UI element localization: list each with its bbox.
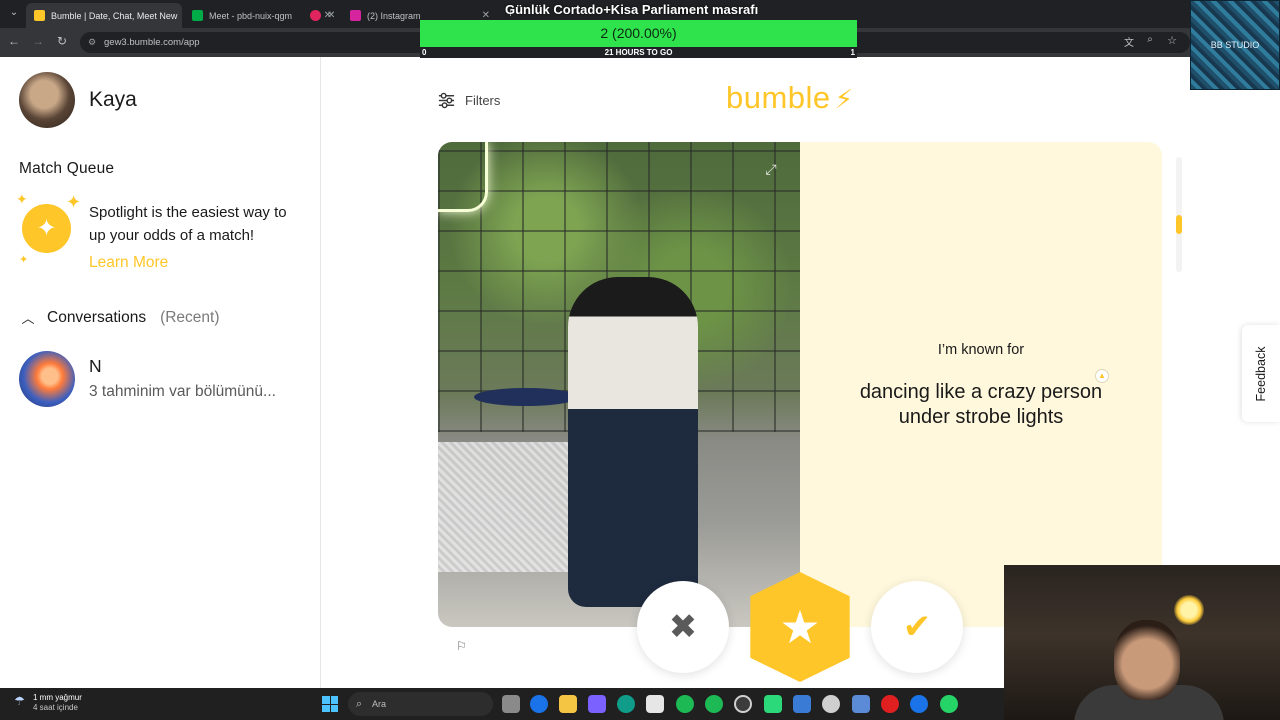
bolt-icon: ⚡ bbox=[834, 84, 854, 114]
progress-text: 2 (200.00%) bbox=[600, 25, 677, 41]
spotlight-description: Spotlight is the easiest way to up your … bbox=[89, 204, 287, 244]
translate-icon[interactable]: 文 bbox=[1121, 34, 1137, 49]
sidebar: Kaya Match Queue ✦ ✦ ✦ ✦ Spotlight is th… bbox=[0, 57, 321, 688]
pass-button[interactable]: ✖ bbox=[637, 581, 729, 673]
forward-icon[interactable]: → bbox=[30, 34, 46, 48]
photo-person bbox=[568, 277, 698, 607]
rain-icon: ☂ bbox=[14, 694, 25, 708]
conversation-avatar[interactable] bbox=[19, 351, 75, 407]
spotify-icon[interactable] bbox=[676, 695, 694, 713]
record-favicon-icon bbox=[310, 10, 321, 21]
chevron-up-icon[interactable]: ︿ bbox=[19, 308, 37, 327]
taskbar-search[interactable]: ⌕ Ara bbox=[348, 692, 493, 716]
task-view-icon[interactable] bbox=[502, 695, 520, 713]
weather-line-1: 1 mm yağmur bbox=[33, 693, 82, 702]
time-remaining: 21 HOURS TO GO bbox=[604, 48, 673, 57]
search-icon: ⌕ bbox=[356, 698, 363, 710]
file-explorer-icon[interactable] bbox=[559, 695, 577, 713]
windows-taskbar: ☂ 1 mm yağmur 4 saat içinde ⌕ Ara bbox=[0, 688, 1004, 720]
report-flag-icon[interactable]: ⚐ bbox=[456, 639, 467, 653]
progress-footer: 0 21 HOURS TO GO 1 bbox=[420, 47, 857, 58]
learn-more-link[interactable]: Learn More bbox=[89, 254, 168, 272]
progress-max: 1 bbox=[850, 48, 855, 57]
whatsapp-icon[interactable] bbox=[940, 695, 958, 713]
store-icon[interactable] bbox=[646, 695, 664, 713]
prompt-label: I’m known for bbox=[937, 342, 1025, 358]
windows-start-icon[interactable] bbox=[322, 696, 338, 712]
checkmark-icon: ✔ bbox=[902, 608, 932, 646]
conversation-preview[interactable]: 3 tahminim var bölümünü... bbox=[89, 383, 276, 401]
meet-favicon-icon bbox=[192, 10, 203, 21]
filters-button[interactable]: Filters bbox=[437, 91, 500, 110]
app-icon[interactable] bbox=[793, 695, 811, 713]
donation-progress-bar: 2 (200.00%) bbox=[420, 20, 857, 47]
tab-recording[interactable]: ✕ bbox=[302, 3, 338, 28]
bookmark-star-icon[interactable]: ☆ bbox=[1164, 34, 1180, 47]
steam-icon[interactable] bbox=[734, 695, 752, 713]
webcam-lamp bbox=[1174, 595, 1204, 625]
photo-neon-light bbox=[438, 142, 488, 212]
overlay-title: Günlük Cortado+Kisa Parliament masrafı bbox=[505, 2, 759, 17]
user-name[interactable]: Kaya bbox=[89, 88, 137, 112]
webcam-overlay bbox=[1004, 565, 1280, 720]
reload-icon[interactable]: ↻ bbox=[54, 34, 70, 48]
expand-icon[interactable]: ⤢ bbox=[763, 161, 779, 177]
webcam-person-head bbox=[1114, 620, 1180, 700]
conversations-filter: (Recent) bbox=[160, 308, 220, 326]
conversation-name[interactable]: N bbox=[89, 356, 102, 377]
edge-icon[interactable] bbox=[617, 695, 635, 713]
taskbar-search-placeholder: Ara bbox=[372, 699, 387, 709]
tab-bumble[interactable]: Bumble | Date, Chat, Meet New ✕ bbox=[26, 3, 182, 28]
tab-title: (2) Instagram bbox=[367, 10, 421, 21]
opera-icon[interactable] bbox=[881, 695, 899, 713]
instagram-favicon-icon bbox=[350, 10, 361, 21]
tab-title: Bumble | Date, Chat, Meet New bbox=[51, 10, 178, 21]
zoom-icon[interactable]: ⌕ bbox=[1142, 34, 1158, 45]
logo-text: bumble bbox=[726, 80, 831, 115]
chrome-icon[interactable] bbox=[530, 695, 548, 713]
sparkle-icon: ✦ bbox=[66, 192, 82, 212]
bumble-favicon-icon bbox=[34, 10, 45, 21]
conversations-header[interactable]: ︿ Conversations (Recent) bbox=[19, 308, 220, 327]
filters-label: Filters bbox=[465, 93, 501, 108]
feedback-label: Feedback bbox=[1254, 346, 1268, 401]
avatar[interactable] bbox=[19, 72, 75, 128]
weather-widget[interactable]: ☂ 1 mm yağmur 4 saat içinde bbox=[14, 693, 82, 713]
sparkle-icon: ✦ bbox=[16, 191, 28, 207]
star-icon: ★ bbox=[779, 601, 821, 653]
prompt-answer: dancing like a crazy person under strobe… bbox=[859, 381, 1103, 428]
tab-search-icon[interactable]: ⌄ bbox=[6, 7, 22, 21]
chrome-icon[interactable] bbox=[910, 695, 928, 713]
match-queue-title: Match Queue bbox=[19, 160, 115, 177]
arrow-up-icon[interactable]: ▲ bbox=[1095, 369, 1109, 383]
copilot-icon[interactable] bbox=[588, 695, 606, 713]
feedback-tab[interactable]: Feedback bbox=[1242, 325, 1280, 422]
conversations-label: Conversations bbox=[47, 308, 147, 326]
spotlight-icon[interactable]: ✦ bbox=[22, 204, 71, 253]
filters-icon bbox=[438, 92, 455, 109]
card-scrollbar-thumb[interactable] bbox=[1176, 215, 1182, 234]
back-icon[interactable]: ← bbox=[6, 34, 22, 48]
app-icon[interactable] bbox=[764, 695, 782, 713]
close-icon[interactable]: ✕ bbox=[327, 10, 335, 21]
studio-badge-text: BB STUDIO bbox=[1210, 40, 1260, 50]
spotify-icon[interactable] bbox=[705, 695, 723, 713]
studio-badge: BB STUDIO bbox=[1190, 0, 1280, 90]
site-info-icon[interactable]: ⚙ bbox=[88, 32, 96, 53]
url-text: gew3.bumble.com/app bbox=[104, 37, 200, 48]
app-icon[interactable] bbox=[852, 695, 870, 713]
like-button[interactable]: ✔ bbox=[871, 581, 963, 673]
photo-table bbox=[474, 388, 578, 406]
app-icon[interactable] bbox=[822, 695, 840, 713]
tab-title: Meet - pbd-nuix-qgm bbox=[209, 10, 293, 21]
close-icon: ✖ bbox=[668, 608, 698, 646]
sparkle-icon: ✦ bbox=[19, 254, 29, 266]
weather-line-2: 4 saat içinde bbox=[33, 703, 78, 712]
bumble-logo[interactable]: bumble ⚡ bbox=[726, 80, 853, 116]
profile-photo[interactable] bbox=[438, 142, 800, 627]
